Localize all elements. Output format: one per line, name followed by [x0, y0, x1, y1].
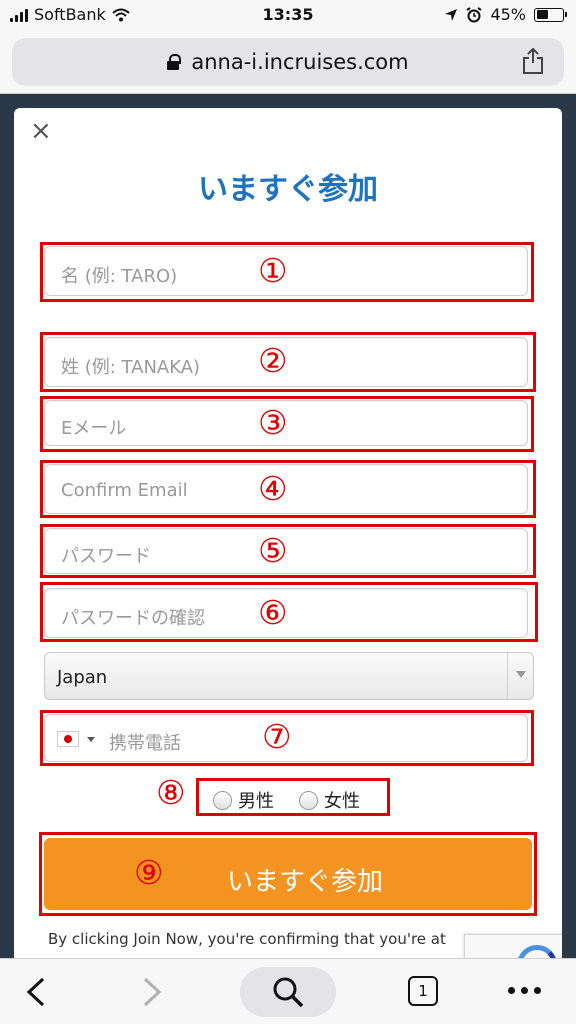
country-selected-value: Japan	[57, 667, 108, 688]
more-icon[interactable]	[508, 987, 541, 994]
battery-percent: 45%	[490, 5, 526, 24]
status-bar: SoftBank 13:35 45%	[0, 0, 576, 30]
share-icon[interactable]	[522, 48, 544, 74]
confirm-email-placeholder: Confirm Email	[61, 480, 188, 501]
join-now-button[interactable]: いますぐ参加	[44, 838, 532, 910]
modal-title: いますぐ参加	[198, 172, 378, 207]
forward-icon[interactable]	[142, 977, 162, 1007]
annotation-number-8: ⑧	[156, 773, 186, 812]
country-select[interactable]: Japan	[44, 652, 534, 700]
url-text: anna-i.incruises.com	[191, 50, 409, 74]
address-bar[interactable]: anna-i.incruises.com	[12, 38, 564, 86]
back-icon[interactable]	[26, 977, 46, 1007]
flag-japan-icon[interactable]	[57, 731, 79, 747]
email-placeholder: Eメール	[61, 418, 127, 439]
first-name-placeholder: 名 (例: TARO)	[61, 266, 178, 287]
chevron-down-icon[interactable]	[87, 737, 95, 742]
battery-fill	[536, 10, 548, 19]
recaptcha-icon[interactable]	[464, 934, 562, 960]
status-right: 45%	[444, 5, 567, 24]
lock-icon	[167, 54, 182, 70]
annotation-number-1: ①	[258, 251, 288, 290]
annotation-number-4: ④	[258, 469, 288, 508]
annotation-number-5: ⑤	[258, 531, 288, 570]
search-icon	[273, 977, 304, 1008]
annotation-number-7: ⑦	[262, 717, 292, 756]
alarm-icon	[466, 6, 482, 22]
gender-male-radio[interactable]	[213, 790, 232, 810]
battery-icon	[534, 7, 567, 22]
phone-placeholder: 携帯電話	[109, 733, 181, 754]
gender-female-option[interactable]: 女性	[299, 787, 360, 813]
location-icon	[445, 8, 458, 21]
close-icon[interactable]: ×	[30, 118, 52, 144]
gender-male-option[interactable]: 男性	[213, 787, 274, 813]
annotation-number-2: ②	[258, 341, 288, 380]
confirm-password-placeholder: パスワードの確認	[61, 608, 205, 629]
gender-female-radio[interactable]	[299, 790, 318, 810]
password-placeholder: パスワード	[61, 546, 151, 567]
signup-modal: × いますぐ参加 名 (例: TARO) ① 姓 (例: TANAKA) ② E…	[14, 108, 562, 960]
chevron-down-icon	[507, 653, 533, 699]
browser-url-area: anna-i.incruises.com	[0, 30, 576, 94]
annotation-number-9: ⑨	[134, 853, 164, 892]
url-display: anna-i.incruises.com	[12, 50, 564, 74]
annotation-number-3: ③	[258, 403, 288, 442]
browser-toolbar: 1	[0, 958, 576, 1024]
annotation-number-6: ⑥	[258, 593, 288, 632]
gender-male-label: 男性	[238, 791, 274, 812]
last-name-placeholder: 姓 (例: TANAKA)	[61, 357, 201, 378]
gender-radio-group: 男性 女性	[196, 778, 390, 816]
search-button[interactable]	[240, 967, 336, 1017]
tabs-icon[interactable]: 1	[408, 976, 438, 1006]
join-now-label: いますぐ参加	[226, 867, 383, 897]
gender-female-label: 女性	[324, 791, 360, 812]
